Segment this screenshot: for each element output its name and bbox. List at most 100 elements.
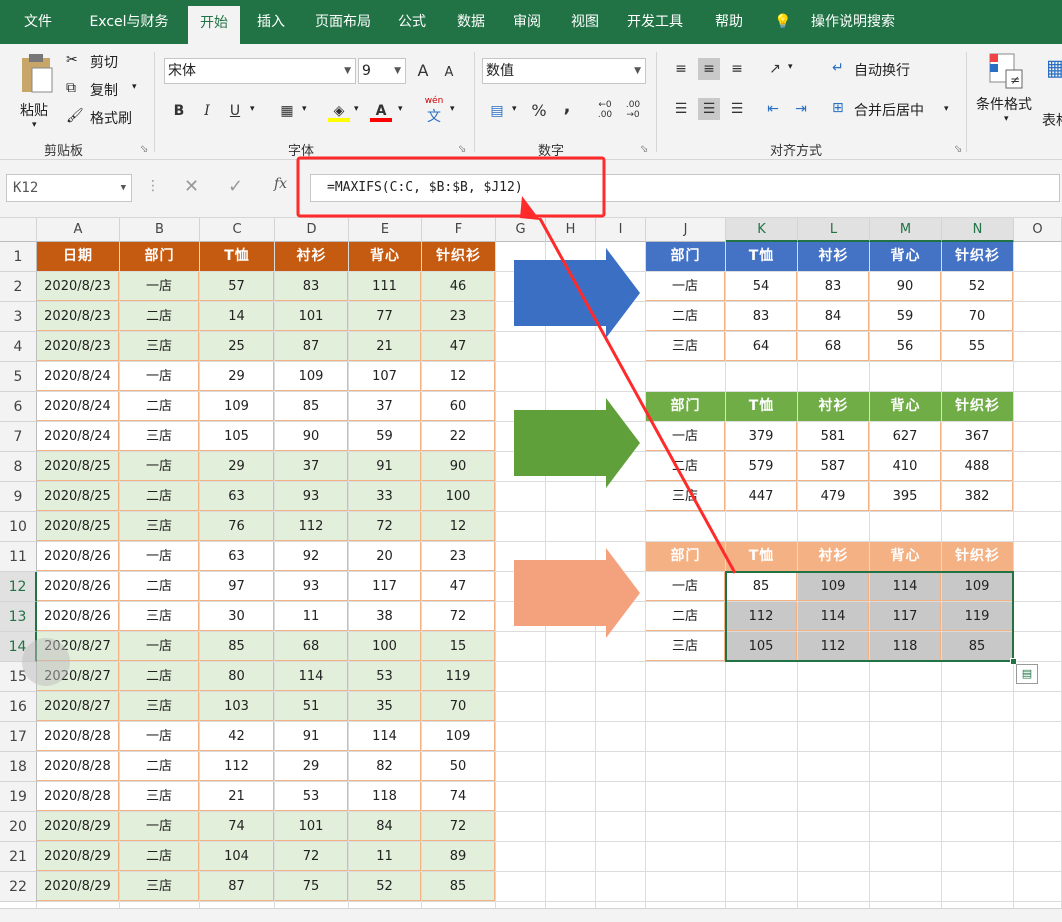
table-cell[interactable]: 63 bbox=[200, 482, 274, 511]
table-cell[interactable]: 105 bbox=[200, 422, 274, 451]
fill-color-icon[interactable]: ◈ bbox=[328, 100, 350, 122]
merge-center-icon[interactable]: ⊞ bbox=[832, 100, 844, 116]
table-cell[interactable]: 93 bbox=[275, 572, 348, 601]
table-cell[interactable]: 30 bbox=[200, 602, 274, 631]
summary-cell[interactable]: 68 bbox=[798, 332, 869, 361]
table-header-cell[interactable]: T恤 bbox=[200, 242, 274, 271]
bold-button[interactable]: B bbox=[168, 100, 190, 122]
summary-cell[interactable]: 54 bbox=[726, 272, 797, 301]
dialog-launcher-icon[interactable]: ⬂ bbox=[458, 144, 466, 155]
table-cell[interactable]: 53 bbox=[275, 782, 348, 811]
table-cell[interactable]: 15 bbox=[422, 632, 495, 661]
menu-tab[interactable]: 帮助 bbox=[706, 0, 752, 44]
table-cell[interactable]: 21 bbox=[200, 782, 274, 811]
table-cell[interactable]: 三店 bbox=[120, 782, 199, 811]
table-cell[interactable]: 103 bbox=[200, 692, 274, 721]
column-header[interactable]: L bbox=[798, 218, 870, 242]
summary-header-cell[interactable]: 部门 bbox=[646, 392, 725, 421]
summary-cell[interactable]: 52 bbox=[942, 272, 1013, 301]
table-cell[interactable]: 2020/8/25 bbox=[37, 452, 119, 481]
column-header[interactable]: D bbox=[275, 218, 349, 242]
table-cell[interactable]: 2020/8/24 bbox=[37, 422, 119, 451]
row-header[interactable]: 5 bbox=[0, 362, 37, 392]
table-cell[interactable]: 37 bbox=[275, 452, 348, 481]
table-cell[interactable]: 2020/8/23 bbox=[37, 302, 119, 331]
table-cell[interactable]: 三店 bbox=[120, 332, 199, 361]
table-cell[interactable]: 23 bbox=[422, 302, 495, 331]
table-cell[interactable]: 77 bbox=[349, 302, 421, 331]
dialog-launcher-icon[interactable]: ⬂ bbox=[954, 144, 962, 155]
table-cell[interactable]: 85 bbox=[275, 392, 348, 421]
summary-header-cell[interactable]: 部门 bbox=[646, 542, 725, 571]
table-cell[interactable]: 2020/8/26 bbox=[37, 572, 119, 601]
table-cell[interactable]: 75 bbox=[275, 872, 348, 901]
chevron-down-icon[interactable]: ▾ bbox=[512, 104, 517, 114]
row-header[interactable]: 13 bbox=[0, 602, 37, 632]
table-cell[interactable]: 33 bbox=[349, 482, 421, 511]
row-header[interactable]: 11 bbox=[0, 542, 37, 572]
table-cell[interactable]: 一店 bbox=[120, 542, 199, 571]
table-cell[interactable]: 50 bbox=[422, 752, 495, 781]
align-top-icon[interactable]: ≡ bbox=[670, 58, 692, 80]
table-cell[interactable]: 84 bbox=[349, 812, 421, 841]
copy-icon[interactable]: ⧉ bbox=[66, 80, 76, 96]
table-cell[interactable]: 59 bbox=[349, 422, 421, 451]
summary-cell[interactable]: 114 bbox=[870, 572, 941, 601]
summary-cell[interactable]: 581 bbox=[798, 422, 869, 451]
summary-cell[interactable]: 三店 bbox=[646, 482, 725, 511]
menu-tab[interactable]: 公式 bbox=[390, 0, 434, 44]
table-cell[interactable]: 37 bbox=[349, 392, 421, 421]
table-cell[interactable]: 二店 bbox=[120, 842, 199, 871]
align-left-icon[interactable]: ☰ bbox=[670, 98, 692, 120]
select-all-corner[interactable] bbox=[0, 218, 37, 242]
summary-cell[interactable]: 二店 bbox=[646, 302, 725, 331]
row-header[interactable]: 16 bbox=[0, 692, 37, 722]
table-cell[interactable]: 60 bbox=[422, 392, 495, 421]
cut-icon[interactable]: ✂ bbox=[66, 52, 78, 68]
table-cell[interactable]: 109 bbox=[275, 362, 348, 391]
underline-button[interactable]: U bbox=[224, 100, 246, 122]
table-cell[interactable]: 2020/8/28 bbox=[37, 722, 119, 751]
table-cell[interactable]: 46 bbox=[422, 272, 495, 301]
row-header[interactable]: 3 bbox=[0, 302, 37, 332]
table-cell[interactable]: 109 bbox=[422, 722, 495, 751]
summary-cell[interactable]: 119 bbox=[942, 602, 1013, 631]
table-cell[interactable]: 114 bbox=[349, 722, 421, 751]
table-cell[interactable]: 2020/8/29 bbox=[37, 812, 119, 841]
table-cell[interactable]: 100 bbox=[422, 482, 495, 511]
decrease-indent-icon[interactable]: ⇤ bbox=[762, 98, 784, 120]
table-cell[interactable]: 51 bbox=[275, 692, 348, 721]
chevron-down-icon[interactable]: ▾ bbox=[450, 104, 455, 114]
table-cell[interactable]: 2020/8/24 bbox=[37, 362, 119, 391]
row-header[interactable]: 22 bbox=[0, 872, 37, 902]
decrease-decimal-icon[interactable]: .00 →0 bbox=[622, 100, 644, 122]
align-bottom-icon[interactable]: ≡ bbox=[726, 58, 748, 80]
table-cell[interactable]: 二店 bbox=[120, 392, 199, 421]
summary-header-cell[interactable]: 衬衫 bbox=[798, 542, 869, 571]
row-header[interactable]: 9 bbox=[0, 482, 37, 512]
enter-icon[interactable]: ✓ bbox=[228, 176, 243, 197]
summary-cell[interactable]: 410 bbox=[870, 452, 941, 481]
table-cell[interactable]: 112 bbox=[275, 512, 348, 541]
summary-header-cell[interactable]: 针织衫 bbox=[942, 542, 1013, 571]
tell-me-search[interactable]: 操作说明搜索 bbox=[806, 0, 900, 44]
menu-tab[interactable]: 开发工具 bbox=[618, 0, 692, 44]
summary-cell[interactable]: 84 bbox=[798, 302, 869, 331]
table-cell[interactable]: 2020/8/26 bbox=[37, 542, 119, 571]
table-cell[interactable]: 72 bbox=[349, 512, 421, 541]
summary-cell[interactable]: 55 bbox=[942, 332, 1013, 361]
font-name-select[interactable]: 宋体 ▼ bbox=[164, 58, 356, 84]
lightbulb-icon[interactable]: 💡 bbox=[772, 0, 794, 44]
table-cell[interactable]: 101 bbox=[275, 302, 348, 331]
align-right-icon[interactable]: ☰ bbox=[726, 98, 748, 120]
table-format-icon[interactable]: ▦ bbox=[1046, 56, 1062, 81]
summary-cell[interactable]: 90 bbox=[870, 272, 941, 301]
summary-cell[interactable]: 一店 bbox=[646, 422, 725, 451]
row-header[interactable]: 19 bbox=[0, 782, 37, 812]
summary-cell[interactable]: 112 bbox=[726, 602, 797, 631]
menu-tab[interactable]: Excel与财务 bbox=[80, 0, 178, 44]
table-cell[interactable]: 一店 bbox=[120, 812, 199, 841]
menu-tab[interactable]: 数据 bbox=[448, 0, 494, 44]
table-cell[interactable]: 14 bbox=[200, 302, 274, 331]
summary-cell[interactable]: 117 bbox=[870, 602, 941, 631]
